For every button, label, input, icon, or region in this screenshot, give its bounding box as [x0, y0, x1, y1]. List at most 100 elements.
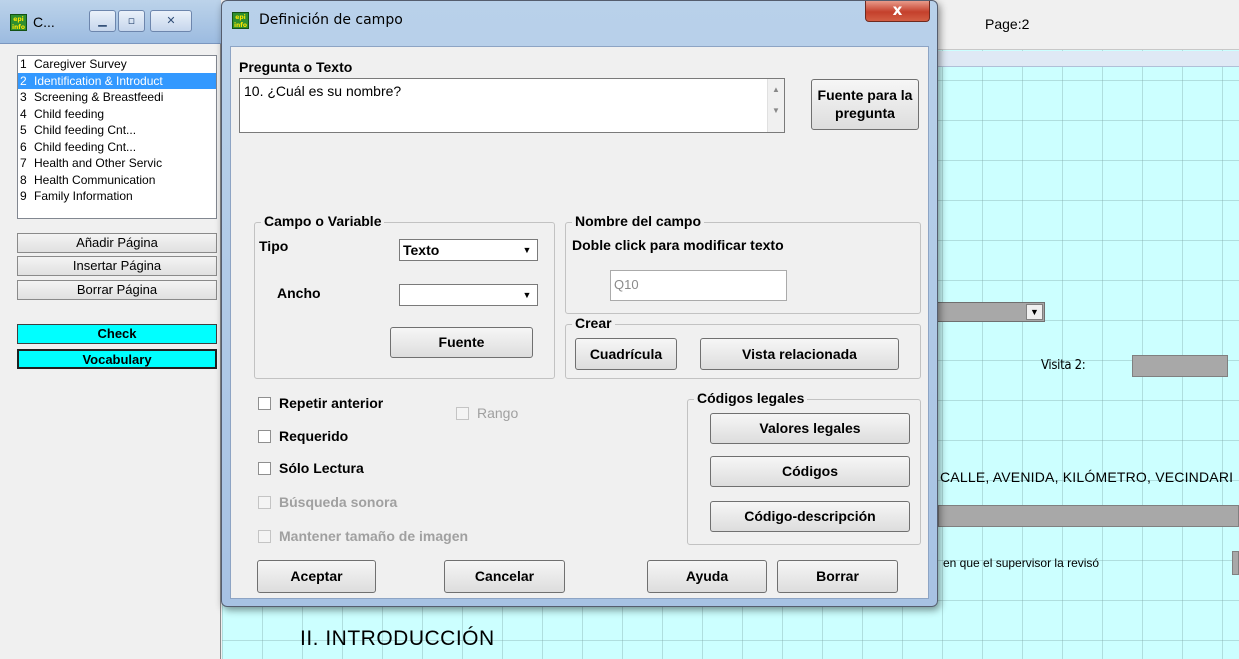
page-title: Caregiver Survey [34, 57, 127, 71]
code-description-label: Código-descripción [744, 508, 876, 524]
page-list[interactable]: 1 Caregiver Survey 2 Identification & Intro… [17, 55, 217, 219]
codes-button[interactable]: Códigos [710, 456, 910, 487]
legal-codes-group: Códigos legales Valores legales Códigos … [687, 390, 921, 545]
accept-button[interactable]: Aceptar [257, 560, 376, 593]
field-variable-legend: Campo o Variable [261, 213, 385, 229]
question-scrollbar[interactable]: ▲ ▼ [767, 79, 784, 132]
page-list-item[interactable]: 3 Screening & Breastfeedi [18, 89, 216, 106]
create-group: Crear Cuadrícula Vista relacionada [565, 315, 921, 379]
supervisor-prompt: en que el supervisor la revisó [943, 556, 1100, 570]
page-list-item[interactable]: 9 Family Information [18, 188, 216, 205]
scroll-down-icon[interactable]: ▼ [768, 106, 784, 115]
grid-button[interactable]: Cuadrícula [575, 338, 677, 370]
related-view-button[interactable]: Vista relacionada [700, 338, 899, 370]
vocabulary-label: Vocabulary [82, 352, 152, 367]
page-number-label: Page:2 [985, 16, 1030, 32]
page-title: Family Information [34, 189, 133, 203]
accept-label: Aceptar [290, 568, 343, 584]
font-button[interactable]: Fuente [390, 327, 533, 358]
required-checkbox[interactable]: Requerido [258, 428, 348, 444]
delete-button[interactable]: Borrar [777, 560, 898, 593]
keep-image-size-label: Mantener tamaño de imagen [279, 528, 469, 544]
close-button[interactable]: ✕ [150, 10, 192, 32]
epi-info-icon: epi info [10, 14, 27, 31]
scroll-up-icon[interactable]: ▲ [768, 85, 784, 94]
dialog-close-button[interactable]: x [865, 1, 930, 22]
width-label: Ancho [277, 285, 321, 301]
dialog-body: Pregunta o Texto 10. ¿Cuál es su nombre?… [230, 46, 929, 599]
checkbox-box[interactable] [258, 461, 271, 475]
field-definition-dialog: epi info Definición de campo x Pregunta o… [221, 0, 938, 607]
close-icon: x [892, 1, 903, 19]
vocabulary-button[interactable]: Vocabulary [17, 349, 217, 369]
width-select[interactable]: ▼ [399, 284, 538, 306]
background-dropdown[interactable]: ▼ [935, 302, 1045, 322]
question-textarea[interactable]: 10. ¿Cuál es su nombre? ▲ ▼ [239, 78, 785, 133]
supervisor-field[interactable] [1232, 551, 1239, 575]
address-prompt: CALLE, AVENIDA, KILÓMETRO, VECINDARI [940, 469, 1234, 485]
type-select[interactable]: Texto ▼ [399, 239, 538, 261]
page-number: 9 [20, 189, 27, 203]
code-description-button[interactable]: Código-descripción [710, 501, 910, 532]
legal-codes-legend: Códigos legales [694, 390, 808, 406]
repeat-previous-label: Repetir anterior [279, 395, 384, 411]
checkbox-box[interactable] [258, 429, 271, 443]
page-number: 1 [20, 57, 27, 71]
checkbox-box [258, 495, 271, 509]
add-page-button[interactable]: Añadir Página [17, 233, 217, 253]
read-only-checkbox[interactable]: Sólo Lectura [258, 460, 364, 476]
page-title: Health and Other Servic [34, 156, 163, 170]
page-title: Screening & Breastfeedi [34, 90, 164, 104]
page-list-titlebar[interactable]: epi info C... ▁ ▫ ✕ [0, 0, 221, 44]
legal-values-button[interactable]: Valores legales [710, 413, 910, 444]
field-variable-group: Campo o Variable Tipo Texto ▼ Ancho ▼ Fu… [254, 213, 555, 379]
legal-values-label: Valores legales [759, 420, 861, 436]
page-title: Health Communication [34, 172, 156, 187]
delete-page-label: Borrar Página [76, 282, 158, 297]
checkbox-box [456, 406, 469, 420]
check-label: Check [97, 326, 137, 341]
maximize-button[interactable]: ▫ [118, 10, 145, 32]
page-number: 4 [20, 106, 27, 121]
question-text: 10. ¿Cuál es su nombre? [244, 83, 402, 99]
range-checkbox: Rango [456, 405, 518, 421]
delete-page-button[interactable]: Borrar Página [17, 280, 217, 300]
page-title: Child feeding Cnt... [34, 123, 137, 137]
page-list-item[interactable]: 6 Child feeding Cnt... [18, 139, 216, 156]
page-list-item[interactable]: 1 Caregiver Survey [18, 56, 216, 73]
codes-label: Códigos [782, 463, 838, 479]
chevron-down-icon: ▼ [522, 245, 532, 255]
page-list-item[interactable]: 5 Child feeding Cnt... [18, 122, 216, 139]
checkbox-box[interactable] [258, 396, 271, 410]
page-list-item[interactable]: 8 Health Communication [18, 172, 216, 189]
keep-image-size-checkbox: Mantener tamaño de imagen [258, 528, 468, 544]
epi-info-icon: epi info [232, 12, 249, 29]
range-label: Rango [477, 405, 519, 421]
field-name-input[interactable]: Q10 [610, 270, 787, 301]
page-list-item[interactable]: 7 Health and Other Servic [18, 155, 216, 172]
page-number: 7 [20, 156, 27, 170]
question-font-button[interactable]: Fuente para la pregunta [811, 79, 919, 130]
insert-page-button[interactable]: Insertar Página [17, 256, 217, 276]
soundex-label: Búsqueda sonora [279, 494, 398, 510]
field-name-group: Nombre del campo Doble click para modifi… [565, 213, 921, 314]
help-button[interactable]: Ayuda [647, 560, 767, 593]
chevron-down-icon: ▼ [522, 290, 532, 300]
page-list-item[interactable]: 4 Child feeding [18, 106, 216, 123]
field-name-hint: Doble click para modificar texto [572, 237, 784, 253]
page-number: 8 [20, 172, 27, 187]
check-button[interactable]: Check [17, 324, 217, 344]
grid-label: Cuadrícula [589, 346, 663, 362]
page-list-item[interactable]: 2 Identification & Introduct [18, 72, 216, 89]
chevron-down-icon: ▼ [1026, 304, 1043, 320]
address-field[interactable] [938, 505, 1239, 527]
repeat-previous-checkbox[interactable]: Repetir anterior [258, 395, 383, 411]
required-label: Requerido [279, 428, 349, 444]
field-name-legend: Nombre del campo [572, 213, 705, 229]
visita-field[interactable] [1132, 355, 1228, 377]
cancel-button[interactable]: Cancelar [444, 560, 565, 593]
checkbox-box [258, 529, 271, 543]
minimize-button[interactable]: ▁ [89, 10, 116, 32]
delete-label: Borrar [816, 568, 859, 584]
section-title: II. INTRODUCCIÓN [300, 627, 495, 650]
